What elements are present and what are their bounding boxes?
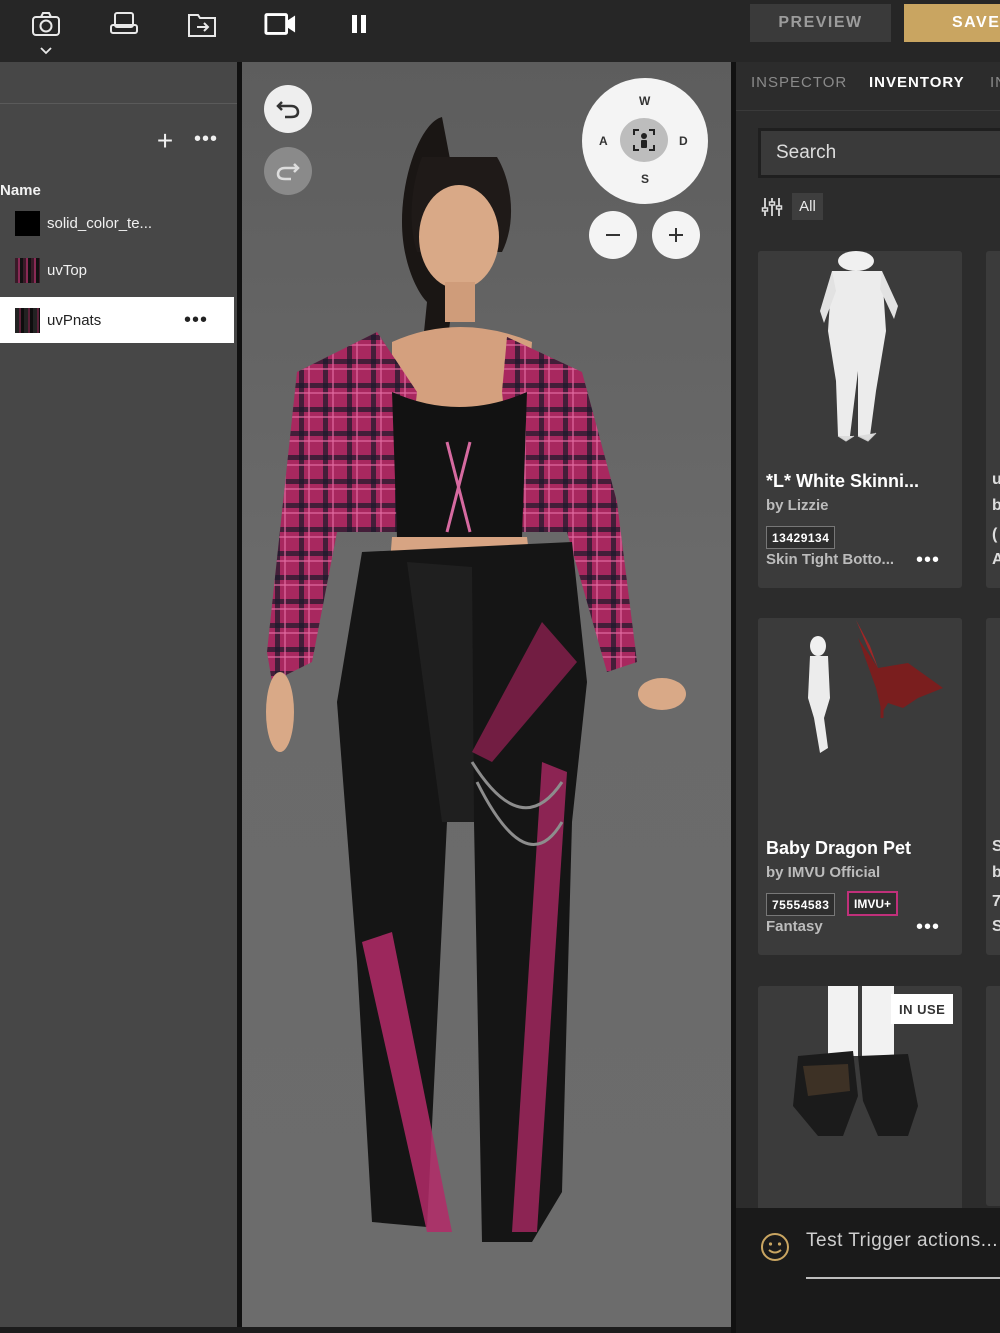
compass-w-label[interactable]: W: [639, 94, 650, 108]
video-camera-icon[interactable]: [262, 8, 298, 40]
item-thumbnail: [758, 618, 962, 823]
imvu-studio-app: PREVIEW SAVE + ••• Name solid_color_te..…: [0, 0, 1000, 1333]
smiley-icon[interactable]: [760, 1232, 790, 1262]
panel-divider: [0, 103, 237, 104]
product-id-badge: 75554583: [766, 893, 836, 916]
inventory-item-card-partial[interactable]: S b 7 S: [986, 618, 1000, 955]
ellipsis-icon[interactable]: •••: [192, 128, 220, 154]
3d-viewport[interactable]: W A D S: [242, 62, 731, 1327]
item-title: *L* White Skinni...: [766, 471, 920, 491]
device-icon[interactable]: [106, 8, 142, 40]
minus-icon: [606, 234, 620, 236]
focus-person-icon: [633, 129, 655, 151]
inventory-item-card-partial[interactable]: u b ( A: [986, 251, 1000, 588]
item-category: Skin Tight Botto...: [766, 551, 895, 568]
layer-name: uvTop: [47, 261, 88, 279]
filter-chip-all[interactable]: All: [792, 193, 823, 220]
imvu-plus-badge: IMVU+: [847, 891, 899, 916]
layers-panel: + ••• Name solid_color_te... uvTop uvPna…: [0, 62, 237, 1327]
tab-more[interactable]: IN: [990, 74, 1000, 91]
undo-icon: [276, 101, 300, 119]
redo-icon: [276, 163, 300, 181]
layer-thumbnail: [15, 210, 40, 236]
export-folder-icon[interactable]: [184, 8, 220, 40]
zoom-out-button[interactable]: [589, 211, 637, 259]
camera-icon[interactable]: [28, 8, 64, 40]
tab-inspector[interactable]: INSPECTOR: [751, 74, 847, 91]
top-toolbar: PREVIEW SAVE: [0, 0, 1000, 62]
zoom-in-button[interactable]: [652, 211, 700, 259]
layer-more-icon[interactable]: •••: [184, 310, 208, 330]
trigger-input-underline: [806, 1277, 1000, 1279]
item-creator: by IMVU Official: [766, 864, 881, 881]
plus-icon: [669, 228, 683, 242]
item-more-icon[interactable]: •••: [916, 916, 940, 939]
layer-item-selected[interactable]: uvPnats •••: [0, 297, 234, 343]
pause-icon[interactable]: [341, 8, 377, 40]
item-thumbnail: [758, 251, 962, 456]
layer-item[interactable]: solid_color_te...: [0, 200, 234, 246]
name-column-header: Name: [0, 182, 41, 199]
trigger-bar: Test Trigger actions...: [736, 1208, 1000, 1333]
compass-d-label[interactable]: D: [679, 134, 688, 148]
item-more-icon[interactable]: •••: [916, 549, 940, 572]
layer-thumbnail: [15, 307, 40, 333]
compass-s-label[interactable]: S: [641, 172, 649, 186]
trigger-input[interactable]: Test Trigger actions...: [806, 1230, 998, 1252]
layer-thumbnail: [15, 257, 40, 283]
inventory-item-card[interactable]: *L* White Skinni... by Lizzie 13429134 S…: [758, 251, 962, 588]
add-layer-button[interactable]: +: [152, 127, 178, 155]
undo-button[interactable]: [264, 85, 312, 133]
chevron-down-icon[interactable]: [38, 44, 54, 56]
layer-name: solid_color_te...: [47, 214, 153, 232]
tab-inventory[interactable]: INVENTORY: [869, 74, 965, 91]
avatar-render: [266, 117, 686, 1242]
compass-a-label[interactable]: A: [599, 134, 608, 148]
search-input[interactable]: Search: [758, 128, 1000, 178]
inventory-item-card[interactable]: Baby Dragon Pet by IMVU Official 7555458…: [758, 618, 962, 955]
tabs-divider: [736, 110, 1000, 111]
item-title: Baby Dragon Pet: [766, 838, 912, 858]
in-use-badge: IN USE: [891, 994, 954, 1024]
item-creator: by Lizzie: [766, 497, 829, 514]
save-button[interactable]: SAVE: [904, 4, 1000, 42]
inventory-item-card-partial[interactable]: [986, 986, 1000, 1206]
camera-compass[interactable]: W A D S: [582, 78, 708, 204]
inventory-panel: INSPECTOR INVENTORY IN Search All *L* Wh…: [736, 62, 1000, 1333]
item-category: Fantasy: [766, 918, 823, 935]
filter-sliders-icon[interactable]: [761, 196, 783, 218]
preview-button[interactable]: PREVIEW: [750, 4, 891, 42]
layer-item[interactable]: uvTop: [0, 247, 234, 293]
product-id-badge: 13429134: [766, 526, 836, 549]
layer-name: uvPnats: [47, 311, 102, 329]
focus-avatar-button[interactable]: [620, 118, 668, 162]
redo-button[interactable]: [264, 147, 312, 195]
